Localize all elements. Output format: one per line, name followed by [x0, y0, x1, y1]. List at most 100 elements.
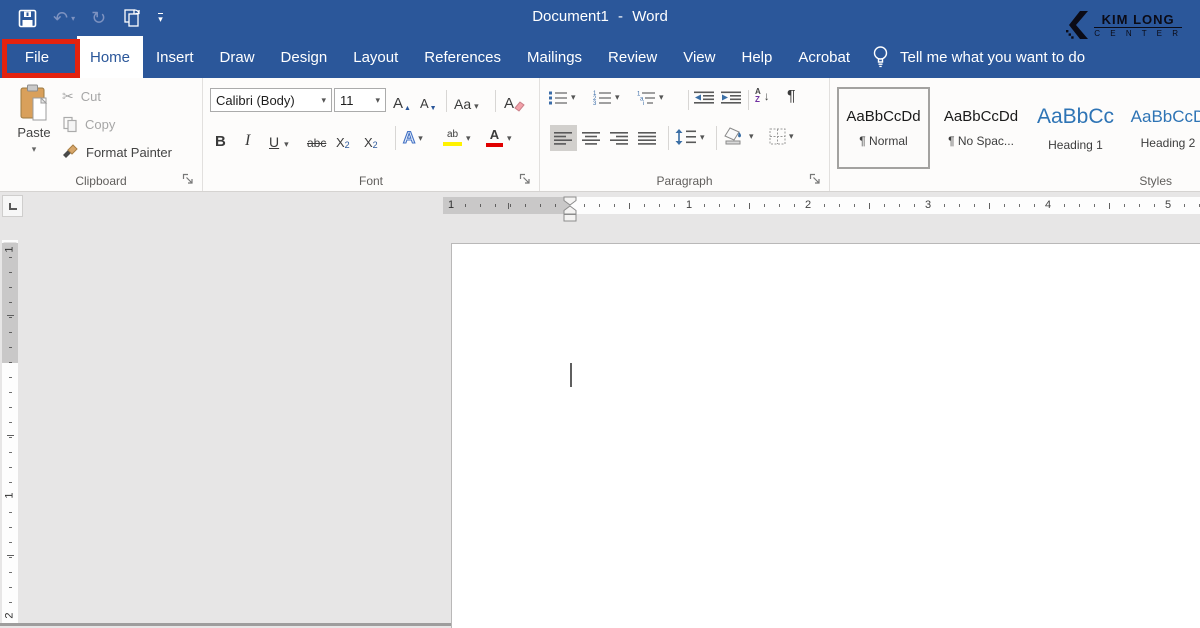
align-left-icon [554, 132, 573, 145]
half-inch-tick [1109, 203, 1110, 209]
align-right-button[interactable] [606, 125, 633, 151]
tab-view[interactable]: View [675, 36, 723, 78]
bold-button[interactable]: B [215, 126, 226, 150]
font-name-combo[interactable]: Calibri (Body) ▾ [210, 88, 332, 112]
tab-review[interactable]: Review [600, 36, 665, 78]
clear-formatting-button[interactable]: A [504, 90, 525, 112]
font-group-label: Font [203, 174, 539, 188]
style-heading2[interactable]: AaBbCcD Heading 2 [1124, 87, 1200, 169]
tell-me-box[interactable]: Tell me what you want to do [872, 36, 1085, 78]
half-inch-tick [7, 555, 14, 556]
paste-clipboard-icon [19, 84, 49, 122]
half-inch-tick [508, 203, 509, 209]
style-normal[interactable]: AaBbCcDd ¶ Normal [837, 87, 930, 169]
strikethrough-button[interactable]: abc [307, 126, 326, 150]
cut-button[interactable]: ✂ Cut [62, 88, 101, 105]
ruler-number: 2 [4, 609, 17, 623]
subscript-button[interactable]: X2 [336, 126, 350, 150]
clipboard-dialog-launcher[interactable] [182, 173, 196, 187]
paste-label: Paste [17, 125, 50, 140]
tab-insert[interactable]: Insert [148, 36, 202, 78]
numbering-button[interactable]: 123 ▾ [592, 90, 620, 105]
justify-icon [638, 132, 657, 145]
left-indent-marker[interactable] [563, 214, 577, 222]
text-highlight-button[interactable]: ab ▾ [443, 126, 471, 150]
style-no-spacing[interactable]: AaBbCcDd ¶ No Spac... [935, 87, 1027, 169]
multilevel-list-button[interactable]: 1 a i ▾ [636, 90, 664, 105]
tab-mailings[interactable]: Mailings [519, 36, 590, 78]
tab-help[interactable]: Help [733, 36, 780, 78]
tab-stop-selector[interactable] [2, 195, 23, 217]
numbering-icon: 123 [592, 90, 612, 105]
paste-button[interactable]: Paste ▾ [8, 84, 60, 176]
horizontal-ruler-margin[interactable]: 1 [443, 197, 570, 214]
decrease-indent-icon [694, 91, 715, 105]
font-dialog-launcher[interactable] [519, 173, 533, 187]
document-area: 1 1 2 [0, 228, 1200, 626]
shrink-font-button[interactable]: A▼ [420, 90, 437, 112]
justify-button[interactable] [634, 125, 661, 151]
change-case-button[interactable]: Aa ▾ [454, 90, 479, 112]
ribbon: Paste ▾ ✂ Cut Copy Format Painter [0, 78, 1200, 192]
tab-references[interactable]: References [416, 36, 509, 78]
tab-draw[interactable]: Draw [212, 36, 263, 78]
format-painter-icon [62, 144, 79, 160]
tab-design[interactable]: Design [273, 36, 336, 78]
cut-icon: ✂ [62, 88, 74, 105]
multilevel-list-icon: 1 a i [636, 90, 656, 105]
lightbulb-icon [872, 45, 889, 69]
tab-home[interactable]: Home [77, 36, 143, 78]
svg-text:i: i [643, 101, 644, 105]
shading-button[interactable]: ▾ [723, 127, 754, 146]
ruler-number: 3 [923, 199, 933, 212]
superscript-button[interactable]: X2 [364, 126, 378, 150]
sort-button[interactable]: A Z ↓ [755, 88, 770, 104]
tab-file[interactable]: File [2, 36, 72, 78]
vertical-ruler[interactable]: 1 1 2 [2, 240, 18, 626]
font-size-value: 11 [340, 93, 354, 108]
borders-icon [769, 128, 786, 145]
brand-text: KIM LONG C E N T E R [1094, 13, 1182, 38]
align-center-button[interactable] [578, 125, 605, 151]
underline-button[interactable]: U ▾ [269, 126, 289, 150]
borders-button[interactable]: ▾ [769, 128, 794, 145]
align-left-button[interactable] [550, 125, 577, 151]
half-inch-tick [749, 203, 750, 209]
increase-indent-button[interactable] [721, 91, 742, 105]
paste-dropdown-icon[interactable]: ▾ [32, 144, 37, 155]
ruler-number: 2 [803, 199, 813, 212]
font-size-combo[interactable]: 11 ▾ [334, 88, 386, 112]
half-inch-tick [7, 315, 14, 316]
style-heading1[interactable]: AaBbCc Heading 1 [1032, 87, 1119, 169]
decrease-indent-button[interactable] [694, 91, 715, 105]
horizontal-ruler[interactable]: 1 2 3 4 5 [570, 197, 1200, 214]
copy-button[interactable]: Copy [62, 116, 115, 133]
styles-group-label: Styles [1139, 174, 1172, 188]
show-hide-pilcrow-button[interactable]: ¶ [787, 88, 796, 106]
font-color-button[interactable]: A ▾ [486, 126, 512, 150]
tab-layout[interactable]: Layout [345, 36, 406, 78]
half-inch-tick [869, 203, 870, 209]
format-painter-button[interactable]: Format Painter [62, 144, 172, 160]
grow-font-button[interactable]: A▲ [393, 90, 411, 112]
half-inch-tick [629, 203, 630, 209]
change-case-icon: Aa [454, 96, 471, 112]
grow-font-icon: A [393, 96, 403, 112]
tell-me-label: Tell me what you want to do [900, 49, 1085, 66]
text-effects-button[interactable]: A ▾ [403, 126, 423, 150]
font-color-icon: A [486, 129, 503, 147]
title-bar: ↶ ▾ ↻ ▾ Document1 - Word [0, 0, 1200, 36]
text-highlight-icon: ab [443, 130, 462, 146]
paragraph-dialog-launcher[interactable] [809, 173, 823, 187]
underline-dropdown-icon[interactable]: ▾ [284, 139, 289, 150]
bullets-button[interactable]: ▾ [548, 90, 576, 105]
italic-button[interactable]: I [245, 126, 250, 150]
document-page[interactable] [451, 243, 1200, 628]
font-name-dropdown-icon[interactable]: ▾ [317, 95, 326, 106]
font-size-dropdown-icon[interactable]: ▾ [371, 95, 380, 106]
ruler-number: 1 [4, 243, 17, 257]
tab-acrobat[interactable]: Acrobat [790, 36, 858, 78]
window-title: Document1 - Word [0, 8, 1200, 25]
line-spacing-button[interactable]: ▾ [675, 129, 705, 145]
font-group: Calibri (Body) ▾ 11 ▾ A▲ A▼ Aa ▾ A [203, 78, 540, 191]
